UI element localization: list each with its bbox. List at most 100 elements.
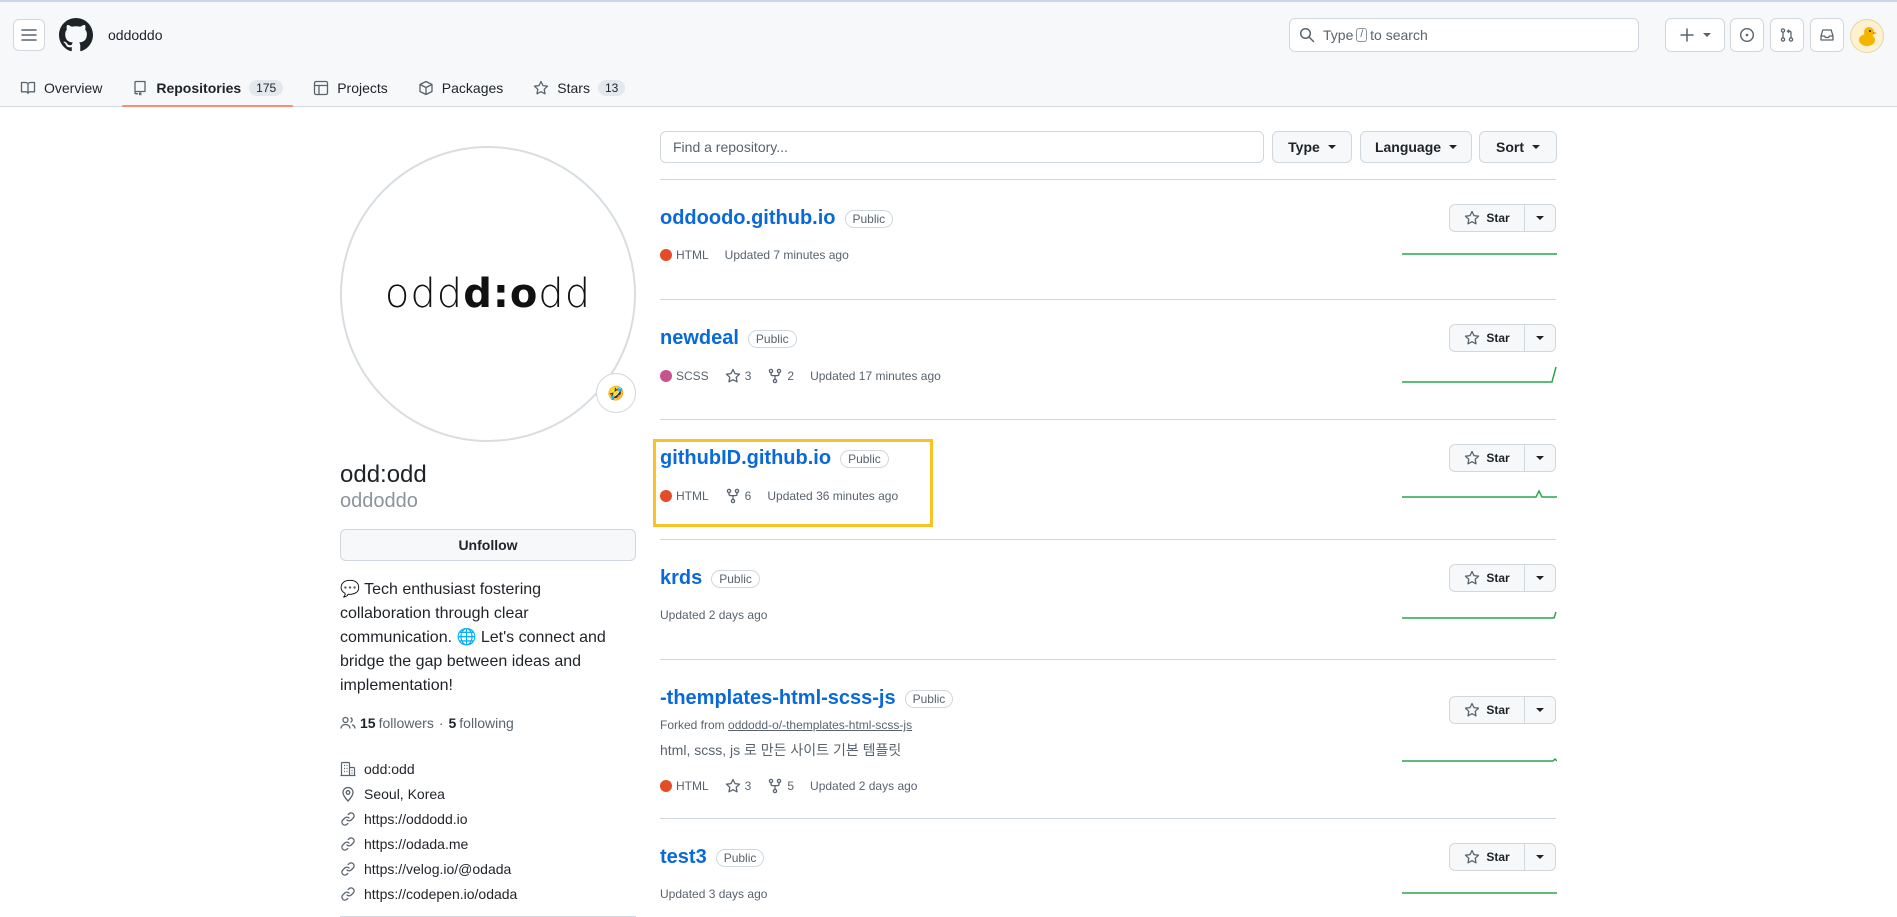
repo-divider [660,818,1556,819]
visibility-badge: Public [904,689,954,708]
repo-title-row: krds Public [660,567,760,590]
star-list-dropdown[interactable] [1525,565,1555,591]
user-avatar-button[interactable] [1850,19,1884,53]
repo-title-row: newdeal Public [660,327,797,350]
avatar-logo-text: oddd:odd [385,271,591,317]
star-list-dropdown[interactable] [1525,325,1555,351]
star-label: Star [1486,211,1510,225]
profile-location: Seoul, Korea [340,781,517,806]
profile-details: odd:odd Seoul, Korea https://oddodd.io h… [340,756,517,906]
language-color-dot [660,780,672,792]
tab-stars[interactable]: Stars 13 [523,70,635,106]
sort-label: Sort [1496,139,1524,155]
forked-from-link[interactable]: oddodd-o/-themplates-html-scss-js [728,718,912,732]
profile-link[interactable]: https://odada.me [340,831,517,856]
repo-stars-link[interactable]: 3 [725,368,751,384]
repo-name-link[interactable]: newdeal [660,327,739,350]
star-button[interactable]: Star [1450,565,1525,591]
profile-link[interactable]: https://oddodd.io [340,806,517,831]
repo-name-link[interactable]: krds [660,567,702,590]
repo-stars-link[interactable]: 3 [725,778,751,794]
link-icon [341,886,355,901]
activity-sparkline [1402,892,1557,894]
repo-name-link[interactable]: -themplates-html-scss-js [660,687,896,710]
repo-name-link[interactable]: oddoodo.github.io [660,207,836,230]
profile-link[interactable]: https://codepen.io/odada [340,881,517,906]
star-icon [1465,849,1480,864]
repo-language: HTML [660,779,709,793]
repo-meta: Updated 2 days ago [660,608,767,622]
global-search[interactable]: Type / to search [1289,18,1639,52]
repo-title-row: test3 Public [660,846,765,869]
unfollow-button[interactable]: Unfollow [340,529,636,561]
sort-button[interactable]: Sort [1479,131,1557,163]
repo-divider [660,659,1556,660]
repo-name-link[interactable]: githubID.github.io [660,447,831,470]
following-link[interactable]: 5 following [449,715,514,731]
repo-title-row: githubID.github.io Public [660,447,889,470]
link-text[interactable]: https://odada.me [364,836,468,852]
tab-repositories[interactable]: Repositories 175 [122,70,294,107]
followers-link[interactable]: 15 followers [360,715,434,731]
followers-label: followers [378,715,434,731]
tab-packages[interactable]: Packages [408,70,513,106]
link-text[interactable]: https://velog.io/@odada [364,861,511,877]
visibility-badge: Public [715,848,765,867]
github-logo-icon[interactable] [59,18,93,52]
star-button[interactable]: Star [1450,325,1525,351]
repo-title-row: -themplates-html-scss-js Public [660,687,954,710]
follow-stats: 15 followers · 5 following [340,715,514,731]
star-list-dropdown[interactable] [1525,445,1555,471]
repo-forks-link[interactable]: 6 [725,488,751,504]
profile-name: odd:odd [340,461,427,488]
pull-requests-button[interactable] [1770,18,1804,52]
chevron-down-icon [1327,145,1336,149]
repo-language: HTML [660,248,709,262]
link-text[interactable]: https://oddodd.io [364,811,468,827]
star-list-dropdown[interactable] [1525,697,1555,723]
tab-overview[interactable]: Overview [10,70,112,106]
inbox-button[interactable] [1810,18,1844,52]
repo-forks-link[interactable]: 5 [767,778,794,794]
visibility-badge: Public [844,209,894,228]
menu-button[interactable] [13,19,45,51]
star-label: Star [1486,850,1510,864]
link-text[interactable]: https://codepen.io/odada [364,886,517,902]
star-list-dropdown[interactable] [1525,844,1555,870]
issues-button[interactable] [1730,18,1764,52]
language-filter-button[interactable]: Language [1360,131,1472,163]
updated-time: Updated 17 minutes ago [810,369,941,383]
star-button-group: Star [1449,843,1556,871]
table-icon [314,80,329,96]
visibility-badge: Public [840,449,889,468]
repo-name-link[interactable]: test3 [660,846,707,869]
type-filter-button[interactable]: Type [1272,131,1352,163]
repo-divider [660,299,1556,300]
profile-link[interactable]: https://velog.io/@odada [340,856,517,881]
chevron-down-icon [1532,145,1540,149]
link-icon [341,861,355,876]
repo-forks-link[interactable]: 2 [767,368,794,384]
tab-label: Repositories [156,80,242,96]
owner-breadcrumb[interactable]: oddoddo [108,27,163,43]
repo-divider [660,419,1556,420]
star-button[interactable]: Star [1450,445,1525,471]
tab-projects[interactable]: Projects [303,70,398,106]
create-new-button[interactable] [1665,18,1725,52]
search-shortcut-key: / [1356,28,1368,42]
chevron-down-icon [1536,456,1544,460]
star-button[interactable]: Star [1450,697,1525,723]
star-list-dropdown[interactable] [1525,205,1555,231]
star-button[interactable]: Star [1450,205,1525,231]
profile-avatar[interactable]: oddd:odd [340,146,636,442]
tab-label: Projects [337,80,388,96]
forks-count: 2 [787,369,795,383]
repo-description: html, scss, js 로 만든 사이트 기본 템플릿 [660,742,902,758]
language-label: HTML [676,779,709,793]
status-emoji-button[interactable]: 🤣 [596,373,636,413]
star-button[interactable]: Star [1450,844,1525,870]
git-pull-request-icon [1780,28,1794,42]
repo-search-input[interactable]: Find a repository... [660,131,1264,163]
star-icon [1465,330,1480,345]
forked-prefix: Forked from [660,718,725,732]
